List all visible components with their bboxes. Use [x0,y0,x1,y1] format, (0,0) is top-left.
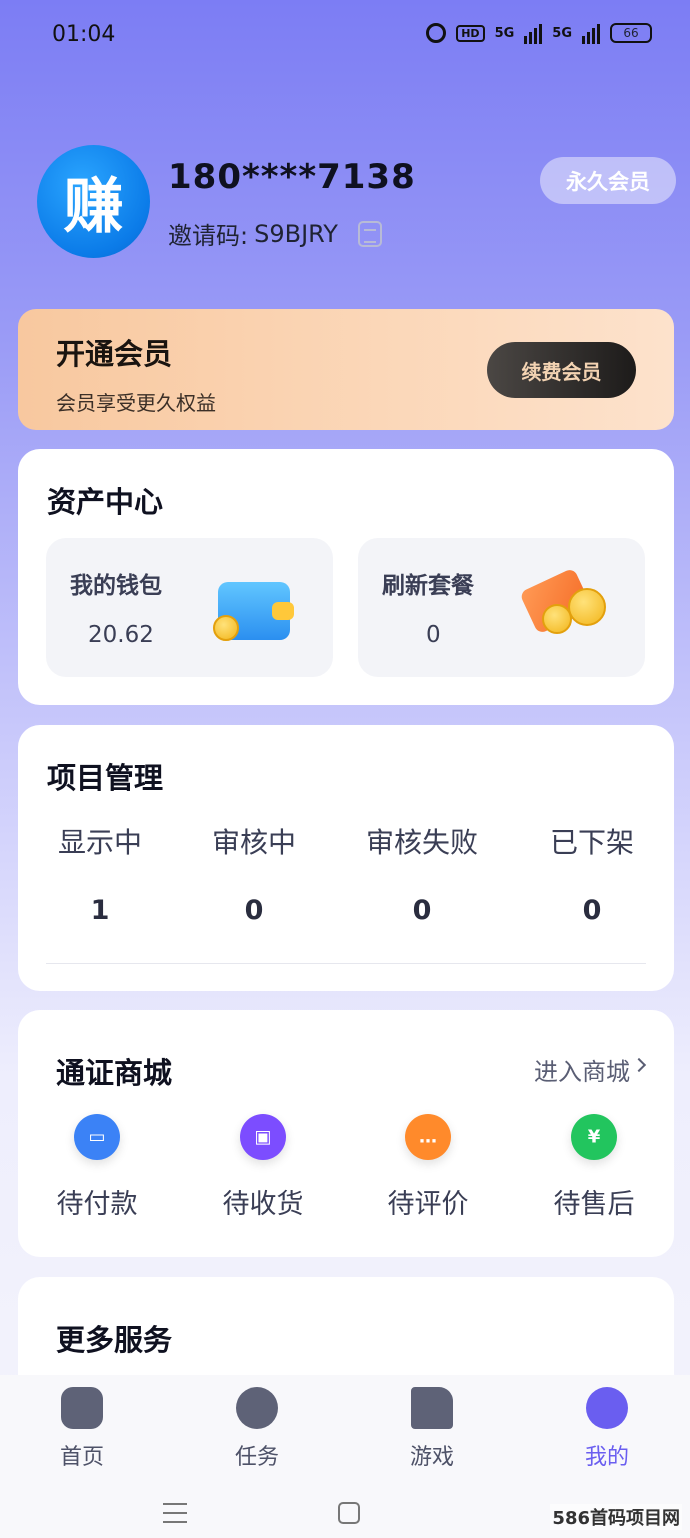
nav-label: 首页 [59,1445,104,1470]
project-status-row: 显示中 1 审核中 0 审核失败 0 已下架 0 [18,821,674,931]
hd-icon: HD [456,24,485,42]
refresh-package-label: 刷新套餐 [382,573,474,599]
project-status-count: 1 [90,895,110,926]
mall-item-label: 待售后 [553,1189,635,1220]
project-status-label: 审核中 [211,826,296,859]
nav-mine[interactable]: 我的 [547,1387,667,1471]
network-label-2: 5G [552,25,572,41]
mall-item-label: 待付款 [56,1189,138,1220]
task-icon [236,1387,278,1429]
wallet-icon: ▭ [74,1114,120,1160]
project-status-offline[interactable]: 已下架 0 [512,821,672,926]
wallet-label: 我的钱包 [70,573,162,599]
mall-pending-payment[interactable]: ▭ 待付款 [37,1114,157,1221]
coin-icon [568,588,606,626]
nav-label: 我的 [584,1445,629,1470]
nav-home[interactable]: 首页 [22,1387,142,1471]
status-bar: 01:04 HD 5G 5G 66 [0,0,690,72]
project-status-reviewing[interactable]: 审核中 0 [174,821,334,926]
wallet-tile[interactable]: 我的钱包 20.62 [46,538,333,677]
renew-vip-button[interactable]: 续费会员 [487,342,636,398]
status-time: 01:04 [52,22,116,47]
project-status-count: 0 [582,895,602,926]
menu-icon[interactable] [163,1503,187,1523]
more-services-title: 更多服务 [56,1323,173,1357]
vip-banner-title: 开通会员 [56,337,173,371]
mall-item-label: 待收货 [222,1189,304,1220]
mall-pending-receipt[interactable]: ▣ 待收货 [203,1114,323,1221]
copy-icon[interactable] [357,220,382,247]
invite-row: 邀请码: S9BJRY [168,216,382,251]
divider [46,963,646,964]
project-management-card: 项目管理 显示中 1 审核中 0 审核失败 0 已下架 0 [18,725,674,991]
signal-icon-2 [582,22,600,44]
package-icon: ▣ [240,1114,286,1160]
alarm-icon [426,23,447,43]
project-status-count: 0 [412,895,432,926]
watermark: 586首码项目网 [550,1504,682,1530]
coin-icon [542,604,572,634]
yuan-coin-icon: ¥ [571,1114,617,1160]
asset-center-title: 资产中心 [47,485,164,519]
chevron-right-icon[interactable] [631,1057,647,1073]
network-label-1: 5G [494,25,515,41]
project-management-title: 项目管理 [47,761,164,795]
nav-tasks[interactable]: 任务 [197,1387,317,1471]
profile-icon [586,1387,628,1429]
home-button-icon[interactable] [338,1502,360,1524]
token-mall-title: 通证商城 [56,1056,173,1090]
refresh-package-value: 0 [426,622,441,648]
refresh-package-tile[interactable]: 刷新套餐 0 [358,538,645,677]
chat-bubble-icon: … [405,1114,451,1160]
project-status-showing[interactable]: 显示中 1 [20,821,180,926]
battery-icon: 66 [610,23,652,43]
project-status-label: 显示中 [57,826,142,859]
home-icon [61,1387,103,1429]
project-status-label: 审核失败 [365,826,478,859]
project-status-count: 0 [244,895,264,926]
invite-label: 邀请码: [168,222,249,250]
mall-pending-review[interactable]: … 待评价 [368,1114,488,1221]
wallet-balance: 20.62 [88,622,154,648]
signal-icon [524,22,543,44]
vip-badge[interactable]: 永久会员 [540,157,676,204]
nav-label: 游戏 [409,1445,454,1470]
enter-mall-link[interactable]: 进入商城 [534,1052,630,1087]
coin-icon [213,615,239,641]
mall-after-sales[interactable]: ¥ 待售后 [534,1114,654,1221]
project-status-rejected[interactable]: 审核失败 0 [342,821,502,926]
user-phone: 180****7138 [168,157,416,197]
nav-games[interactable]: 游戏 [372,1387,492,1471]
game-doc-icon [411,1387,453,1429]
asset-center-card: 资产中心 我的钱包 20.62 刷新套餐 0 [18,449,674,705]
invite-code: S9BJRY [254,219,338,248]
token-mall-card: 通证商城 进入商城 ▭ 待付款 ▣ 待收货 … 待评价 ¥ 待售后 [18,1010,674,1257]
status-icons: HD 5G 5G 66 [426,22,652,44]
avatar[interactable]: 赚 [37,145,150,258]
mall-item-label: 待评价 [387,1189,469,1220]
project-status-label: 已下架 [549,826,634,859]
vip-banner[interactable]: 开通会员 会员享受更久权益 续费会员 [18,309,674,430]
vip-banner-subtitle: 会员享受更久权益 [56,391,216,415]
nav-label: 任务 [234,1445,279,1470]
